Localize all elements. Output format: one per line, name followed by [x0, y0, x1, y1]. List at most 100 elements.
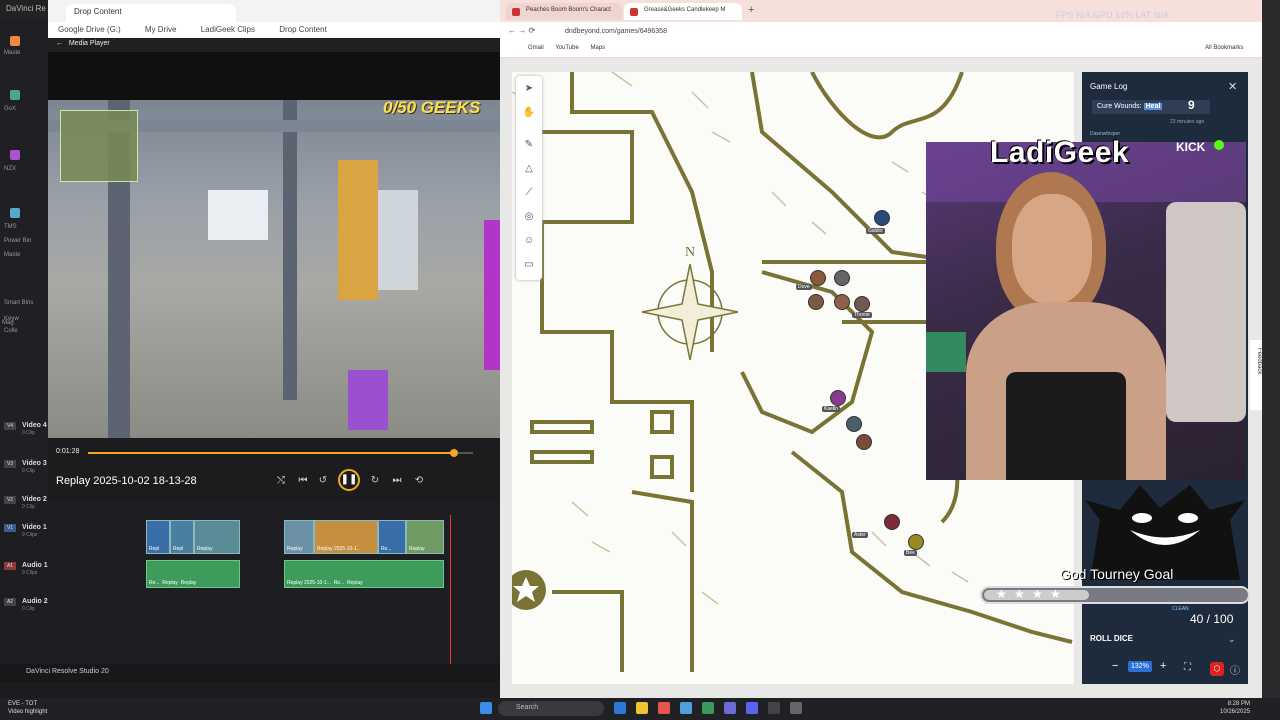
video-frame[interactable]: 0/50 GEEKS — [48, 52, 500, 438]
bin-label[interactable]: GoX — [4, 106, 16, 112]
player-token[interactable] — [830, 390, 846, 406]
chevron-down-icon[interactable]: ⌄ — [1228, 634, 1236, 645]
video-clip[interactable]: Replay — [194, 520, 240, 554]
video-clip[interactable]: Replay 2025-10-1... — [314, 520, 378, 554]
rewind-icon[interactable]: ↺ — [316, 474, 330, 488]
video-clip[interactable]: Replay — [406, 520, 444, 554]
previous-icon[interactable]: ⏮ — [296, 474, 310, 488]
close-icon[interactable]: ✕ — [1228, 80, 1237, 93]
zoom-out-icon[interactable]: − — [1112, 660, 1118, 672]
tab-drop-content[interactable]: Drop Content — [66, 4, 236, 22]
kick-logo: KICK — [1176, 140, 1206, 154]
video-clip[interactable]: Replay — [284, 520, 314, 554]
shapes-icon[interactable]: △ — [522, 162, 536, 176]
store-icon[interactable] — [680, 702, 692, 714]
bin-label[interactable]: Maste — [4, 252, 20, 258]
bookmark-maps[interactable]: Maps — [590, 45, 605, 51]
folder-icon[interactable] — [10, 150, 20, 160]
bin-label[interactable]: Smart Bins — [4, 300, 33, 306]
bin-label[interactable]: Colle — [4, 328, 18, 334]
bin-label[interactable]: Power Bin — [4, 238, 31, 244]
tab-character[interactable]: Peaches Boom Boom's Charact — [506, 3, 622, 20]
target-icon[interactable]: ◎ — [522, 210, 536, 224]
bookmark-youtube[interactable]: YouTube — [555, 45, 579, 51]
star-icon: ★ — [1014, 587, 1025, 601]
shuffle-icon[interactable]: ⤭ — [274, 474, 288, 488]
video-clip[interactable]: Repl — [170, 520, 194, 554]
track-header: V1 Video 19 Clips — [0, 522, 145, 540]
discord-icon[interactable] — [746, 702, 758, 714]
player-token[interactable] — [908, 534, 924, 550]
forward-icon[interactable]: ↻ — [368, 474, 382, 488]
new-tab-icon[interactable]: + — [748, 4, 754, 16]
timeline[interactable]: V4 Video 40 Clip V3 Video 30 Clip V2 Video … — [0, 422, 500, 662]
nav-buttons[interactable]: ← → ⟳ — [508, 26, 535, 35]
url-text[interactable]: dndbeyond.com/games/6496358 — [565, 28, 667, 35]
player-token[interactable] — [884, 514, 900, 530]
bin-label[interactable]: Mag — [2, 320, 14, 326]
media-player-titlebar: ← Media Player — [48, 38, 500, 52]
fullscreen-icon[interactable]: ⛶ — [1184, 662, 1191, 673]
breadcrumb-item[interactable]: LadiGeek Clips — [201, 25, 255, 34]
player-token[interactable] — [834, 270, 850, 286]
app-icon[interactable] — [702, 702, 714, 714]
bin-label[interactable]: TMS — [4, 224, 17, 230]
folder-icon[interactable] — [10, 90, 20, 100]
dice-icon[interactable]: ⬡ — [1210, 662, 1224, 676]
file-explorer-icon[interactable] — [636, 702, 648, 714]
info-icon[interactable]: ⓘ — [1230, 662, 1240, 677]
audio-clip[interactable]: Re... Replay Replay — [146, 560, 240, 588]
scrubber-handle[interactable] — [449, 449, 458, 457]
video-clip[interactable]: Repl — [146, 520, 170, 554]
zoom-in-icon[interactable]: + — [1160, 660, 1166, 672]
next-icon[interactable]: ⏭ — [390, 474, 404, 488]
breadcrumb-item[interactable]: Google Drive (G:) — [58, 25, 121, 34]
app-icon[interactable] — [724, 702, 736, 714]
bin-label[interactable]: Maste — [4, 50, 20, 56]
player-token[interactable] — [810, 270, 826, 286]
bin-label[interactable]: NZX — [4, 166, 16, 172]
pause-button[interactable]: ❚❚ — [338, 469, 360, 491]
tab-campaign[interactable]: Grease&Geeks Candlekeep M — [624, 3, 742, 20]
taskbar-clock[interactable]: 8:28 PM 10/26/2025 — [1220, 700, 1250, 716]
compass-rose: N — [641, 245, 739, 361]
player-token[interactable] — [874, 210, 890, 226]
map-toolbar: ➤ ✋ ✎ △ ⟋ ◎ ☺ ▭ — [516, 76, 542, 280]
playhead[interactable] — [450, 515, 451, 665]
breadcrumb-item[interactable]: Drop Content — [279, 25, 327, 34]
repeat-icon[interactable]: ⟲ — [412, 474, 426, 488]
roll-dice-button[interactable]: ROLL DICE — [1090, 634, 1133, 643]
edge-icon[interactable] — [614, 702, 626, 714]
progress-track[interactable] — [88, 449, 473, 457]
obs-icon[interactable] — [790, 702, 802, 714]
taskbar-widget[interactable]: EVE - TOT Video highlight — [8, 700, 47, 716]
folder-icon[interactable] — [10, 208, 20, 218]
kick-icon — [1214, 140, 1224, 150]
ruler-icon[interactable]: ⟋ — [522, 186, 536, 200]
davinci-icon[interactable] — [768, 702, 780, 714]
all-bookmarks[interactable]: All Bookmarks — [1205, 45, 1243, 51]
video-clip[interactable]: Re... — [378, 520, 406, 554]
breadcrumb-item[interactable]: My Drive — [145, 25, 177, 34]
notes-icon[interactable]: ▭ — [522, 258, 536, 272]
feedback-tab[interactable]: Feedback — [1250, 340, 1262, 410]
player-token[interactable] — [808, 294, 824, 310]
audio-clip[interactable]: Replay 2025-10-1... Re... Replay — [284, 560, 444, 588]
draw-pencil-icon[interactable]: ✎ — [522, 138, 536, 152]
taskbar-search[interactable]: Search — [498, 701, 604, 716]
hand-pan-icon[interactable]: ✋ — [522, 106, 536, 120]
select-pointer-icon[interactable]: ➤ — [522, 82, 536, 96]
performance-overlay: FPS N/A GPU 14% LAT N/A — [1056, 10, 1169, 20]
player-token[interactable] — [856, 434, 872, 450]
player-token[interactable] — [854, 296, 870, 312]
player-token[interactable] — [846, 416, 862, 432]
back-arrow-icon[interactable]: ← — [56, 40, 63, 47]
user-icon[interactable]: ☺ — [522, 234, 536, 248]
folder-icon[interactable] — [10, 36, 20, 46]
player-token[interactable] — [834, 294, 850, 310]
track-header: A2 Audio 20 Clip — [0, 596, 145, 614]
chrome-icon[interactable] — [658, 702, 670, 714]
windows-start-icon[interactable] — [480, 702, 492, 714]
address-bar[interactable]: dndbeyond.com/games/6496358 — [500, 22, 1262, 42]
bookmark-gmail[interactable]: Gmail — [528, 45, 544, 51]
